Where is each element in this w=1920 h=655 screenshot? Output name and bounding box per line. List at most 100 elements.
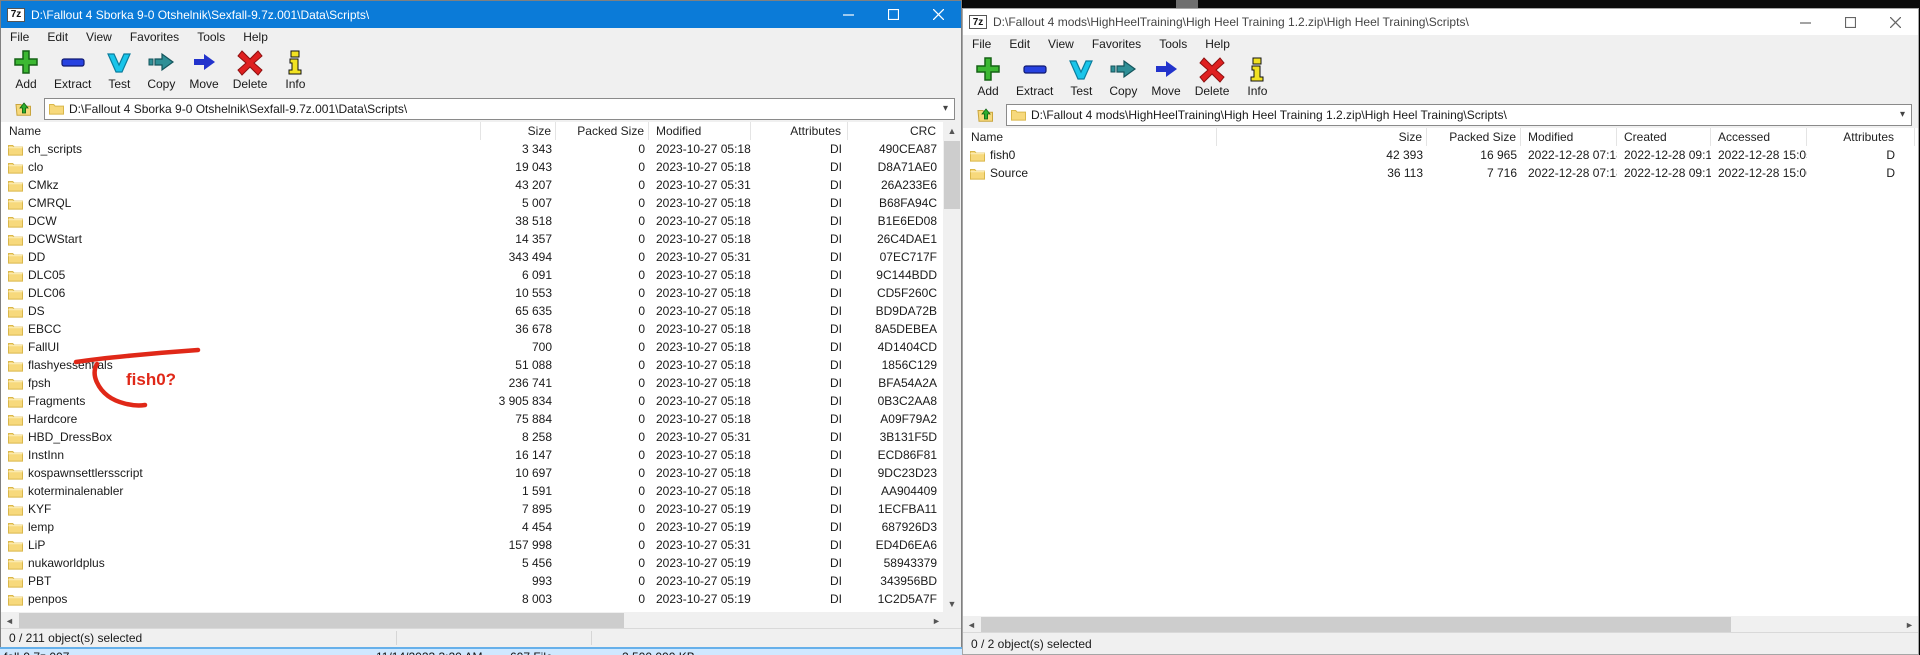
horizontal-scroll-thumb[interactable] — [19, 613, 624, 629]
right-title-bar[interactable]: 7z D:\Fallout 4 mods\HighHeelTraining\Hi… — [963, 9, 1918, 35]
copy-button[interactable]: Copy — [1102, 53, 1144, 100]
column-header-attributes[interactable]: Attributes — [751, 122, 848, 140]
dropdown-arrow-icon[interactable]: ▾ — [1900, 109, 1905, 120]
test-button[interactable]: Test — [98, 46, 140, 93]
file-modified-cell: 2023-10-27 05:18 — [656, 196, 751, 210]
up-one-level-button[interactable] — [969, 104, 1001, 126]
column-header-name[interactable]: Name — [963, 128, 1217, 146]
left-vertical-scrollbar[interactable]: ▲ ▼ — [943, 122, 961, 612]
close-button[interactable] — [1873, 9, 1918, 35]
folder-icon — [8, 594, 23, 606]
menu-view[interactable]: View — [1039, 35, 1083, 53]
folder-icon — [8, 306, 23, 318]
close-button[interactable] — [916, 1, 961, 28]
folder-icon — [8, 360, 23, 372]
menu-favorites[interactable]: Favorites — [121, 28, 188, 46]
menu-tools[interactable]: Tools — [1150, 35, 1196, 53]
horizontal-scroll-thumb[interactable] — [981, 617, 1731, 633]
menu-favorites[interactable]: Favorites — [1083, 35, 1150, 53]
maximize-button[interactable] — [871, 1, 916, 28]
file-name-cell: DCW — [1, 212, 481, 230]
table-row[interactable]: lemp 4 454 0 2023-10-27 05:19 DI 687926D… — [1, 518, 945, 536]
file-crc-cell: B68FA94C — [878, 196, 937, 210]
delete-button[interactable]: Delete — [1188, 53, 1237, 100]
info-button[interactable]: Info — [274, 46, 316, 93]
table-row[interactable]: DD 343 494 0 2023-10-27 05:31 DI 07EC717… — [1, 248, 945, 266]
table-row[interactable]: CMkz 43 207 0 2023-10-27 05:31 DI 26A233… — [1, 176, 945, 194]
minimize-button[interactable] — [1783, 9, 1828, 35]
table-row[interactable]: nukaworldplus 5 456 0 2023-10-27 05:19 D… — [1, 554, 945, 572]
vertical-scroll-thumb[interactable] — [944, 141, 960, 209]
table-row[interactable]: Hardcore 75 884 0 2023-10-27 05:18 DI A0… — [1, 410, 945, 428]
menu-file[interactable]: File — [963, 35, 1000, 53]
column-header-packed-size[interactable]: Packed Size — [1427, 128, 1521, 146]
table-row[interactable]: Fragments 3 905 834 0 2023-10-27 05:18 D… — [1, 392, 945, 410]
column-header-name[interactable]: Name — [1, 122, 481, 140]
right-path-combobox[interactable]: D:\Fallout 4 mods\HighHeelTraining\High … — [1006, 103, 1912, 126]
column-header-packed-size[interactable]: Packed Size — [556, 122, 649, 140]
scroll-up-icon[interactable]: ▲ — [943, 122, 961, 139]
column-header-created[interactable]: Created — [1617, 128, 1711, 146]
menu-edit[interactable]: Edit — [38, 28, 77, 46]
menu-view[interactable]: View — [77, 28, 121, 46]
move-button[interactable]: Move — [1144, 53, 1187, 100]
table-row[interactable]: fish0 42 393 16 965 2022-12-28 07:18 202… — [963, 146, 1918, 164]
table-row[interactable]: DCWStart 14 357 0 2023-10-27 05:18 DI 26… — [1, 230, 945, 248]
column-header-modified[interactable]: Modified — [649, 122, 751, 140]
table-row[interactable]: DLC06 10 553 0 2023-10-27 05:18 DI CD5F2… — [1, 284, 945, 302]
table-row[interactable]: EBCC 36 678 0 2023-10-27 05:18 DI 8A5DEB… — [1, 320, 945, 338]
table-row[interactable]: kospawnsettlersscript 10 697 0 2023-10-2… — [1, 464, 945, 482]
extract-button[interactable]: Extract — [47, 46, 98, 93]
maximize-button[interactable] — [1828, 9, 1873, 35]
table-row[interactable]: DS 65 635 0 2023-10-27 05:18 DI BD9DA72B — [1, 302, 945, 320]
table-row[interactable]: clo 19 043 0 2023-10-27 05:18 DI D8A71AE… — [1, 158, 945, 176]
table-row[interactable]: DLC05 6 091 0 2023-10-27 05:18 DI 9C144B… — [1, 266, 945, 284]
table-row[interactable]: fpsh 236 741 0 2023-10-27 05:18 DI BFA54… — [1, 374, 945, 392]
minimize-button[interactable] — [826, 1, 871, 28]
test-button[interactable]: Test — [1060, 53, 1102, 100]
table-row[interactable]: koterminalenabler 1 591 0 2023-10-27 05:… — [1, 482, 945, 500]
add-button[interactable]: Add — [967, 53, 1009, 100]
table-row[interactable]: PBT 993 0 2023-10-27 05:19 DI 343956BD — [1, 572, 945, 590]
column-header-accessed[interactable]: Accessed — [1711, 128, 1807, 146]
add-button[interactable]: Add — [5, 46, 47, 93]
table-row[interactable]: DCW 38 518 0 2023-10-27 05:18 DI B1E6ED0… — [1, 212, 945, 230]
left-path-combobox[interactable]: D:\Fallout 4 Sborka 9-0 Otshelnik\Sexfal… — [44, 97, 955, 120]
table-row[interactable]: InstInn 16 147 0 2023-10-27 05:18 DI ECD… — [1, 446, 945, 464]
menu-file[interactable]: File — [1, 28, 38, 46]
menu-help[interactable]: Help — [234, 28, 277, 46]
table-row[interactable]: Source 36 113 7 716 2022-12-28 07:18 202… — [963, 164, 1918, 182]
file-modified-cell: 2023-10-27 05:18 — [656, 358, 751, 372]
table-row[interactable]: HBD_DressBox 8 258 0 2023-10-27 05:31 DI… — [1, 428, 945, 446]
move-button[interactable]: Move — [182, 46, 225, 93]
table-row[interactable]: FallUI 700 0 2023-10-27 05:18 DI 4D1404C… — [1, 338, 945, 356]
table-row[interactable]: LiP 157 998 0 2023-10-27 05:31 DI ED4D6E… — [1, 536, 945, 554]
menu-tools[interactable]: Tools — [188, 28, 234, 46]
table-row[interactable]: CMRQL 5 007 0 2023-10-27 05:18 DI B68FA9… — [1, 194, 945, 212]
dropdown-arrow-icon[interactable]: ▾ — [943, 103, 948, 114]
column-header-attributes[interactable]: Attributes — [1807, 128, 1915, 146]
column-header-size[interactable]: Size — [481, 122, 556, 140]
file-attributes-cell: DI — [830, 538, 842, 552]
file-attributes-cell: DI — [830, 286, 842, 300]
table-row[interactable]: penpos 8 003 0 2023-10-27 05:19 DI 1C2D5… — [1, 590, 945, 608]
file-packed-cell: 0 — [638, 250, 645, 264]
column-header-size[interactable]: Size — [1217, 128, 1427, 146]
menu-edit[interactable]: Edit — [1000, 35, 1039, 53]
column-header-crc[interactable]: CRC — [848, 122, 945, 140]
up-one-level-button[interactable] — [7, 98, 39, 120]
table-row[interactable]: flashyessentials 51 088 0 2023-10-27 05:… — [1, 356, 945, 374]
delete-button[interactable]: Delete — [226, 46, 275, 93]
file-attributes-cell: DI — [830, 232, 842, 246]
info-button[interactable]: Info — [1236, 53, 1278, 100]
table-row[interactable]: KYF 7 895 0 2023-10-27 05:19 DI 1ECFBA11 — [1, 500, 945, 518]
table-row[interactable]: ch_scripts 3 343 0 2023-10-27 05:18 DI 4… — [1, 140, 945, 158]
copy-button[interactable]: Copy — [140, 46, 182, 93]
column-header-modified[interactable]: Modified — [1521, 128, 1617, 146]
left-title-bar[interactable]: 7z D:\Fallout 4 Sborka 9-0 Otshelnik\Sex… — [1, 1, 961, 28]
menu-help[interactable]: Help — [1196, 35, 1239, 53]
scroll-down-icon[interactable]: ▼ — [943, 595, 961, 612]
folder-icon — [8, 180, 23, 192]
extract-button[interactable]: Extract — [1009, 53, 1060, 100]
right-status-text: 0 / 2 object(s) selected — [971, 636, 1092, 651]
